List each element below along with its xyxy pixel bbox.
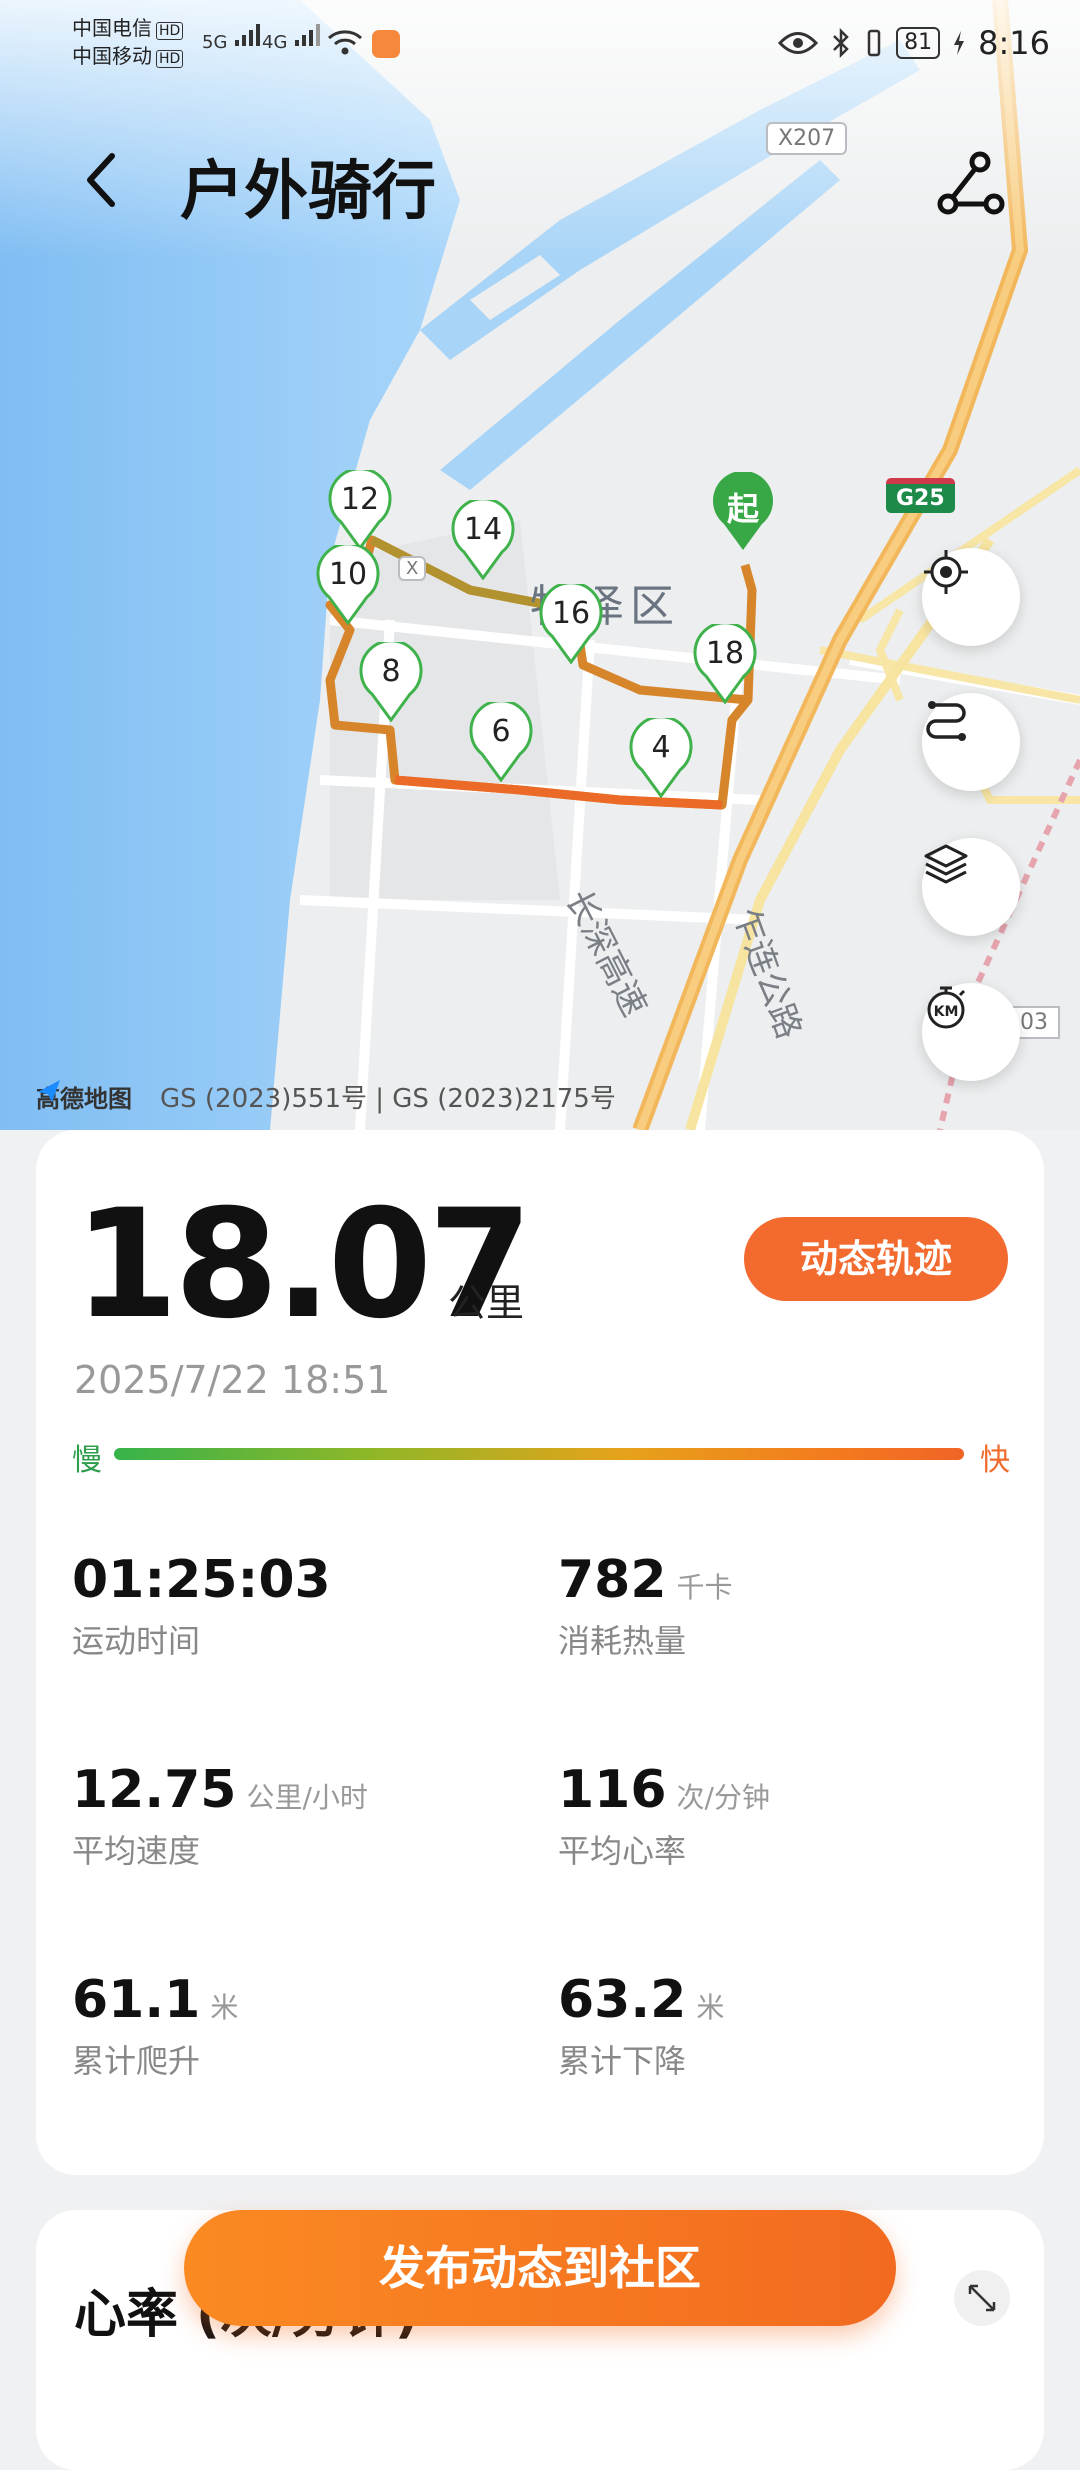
network-type: 5G: [202, 32, 228, 53]
stat-value: 116: [558, 1760, 667, 1820]
map-layers-button[interactable]: [922, 838, 1020, 936]
km-marker-label: 6: [491, 714, 511, 749]
km-marker[interactable]: 10: [315, 545, 381, 625]
km-marker-label: 4: [651, 730, 671, 765]
share-icon[interactable]: [936, 150, 1006, 216]
locate-button[interactable]: [922, 548, 1020, 646]
start-marker-label: 起: [726, 490, 759, 528]
stat-value: 61.1: [72, 1970, 201, 2030]
expand-icon: [968, 2284, 996, 2312]
page-title: 户外骑行: [180, 155, 436, 229]
stat-value: 63.2: [558, 1970, 687, 2030]
stat-unit: 米: [696, 1991, 725, 2024]
vibrate-icon: [867, 29, 881, 57]
km-marker[interactable]: 16: [538, 584, 604, 664]
signal-icon: [235, 24, 261, 46]
layers-icon: [924, 844, 968, 884]
route-view-button[interactable]: [922, 693, 1020, 791]
hd-badge: HD: [156, 50, 184, 68]
stat-label: 累计下降: [558, 2042, 687, 2080]
workout-datetime: 2025/7/22 18:51: [74, 1358, 391, 1402]
km-marker[interactable]: 12: [327, 470, 393, 550]
carrier-info: 中国电信 HD 中国移动 HD: [72, 14, 184, 70]
carrier-1: 中国电信: [72, 16, 152, 40]
stat-label: 平均心率: [558, 1832, 687, 1870]
charging-icon: [954, 31, 965, 55]
km-marker-label: 10: [328, 557, 368, 592]
hd-badge: HD: [156, 22, 184, 40]
km-marker[interactable]: 6: [468, 702, 534, 782]
locate-icon: [924, 550, 968, 594]
status-bar: 中国电信 HD 中国移动 HD 5G 4G 81 8:16: [0, 0, 1080, 100]
signal-4g: 4G: [262, 22, 323, 53]
summary-card: 18.07 公里 动态轨迹 2025/7/22 18:51 慢 快 01:25:…: [36, 1130, 1044, 2175]
svg-text:KM: KM: [934, 1004, 959, 1020]
km-marker[interactable]: 18: [692, 624, 758, 704]
stat-descent: 63.2 米 累计下降: [558, 1970, 724, 2082]
map-attribution: 高德地图 GS (2023)551号 | GS (2023)2175号: [36, 1078, 616, 1115]
signal-icon: [295, 24, 321, 46]
start-marker[interactable]: 起: [710, 472, 776, 550]
stat-value: 782: [558, 1550, 667, 1610]
publish-to-community-button[interactable]: 发布动态到社区: [184, 2210, 896, 2326]
speed-slow-label: 慢: [72, 1443, 102, 1478]
map-license: GS (2023)551号 | GS (2023)2175号: [160, 1084, 616, 1114]
distance-unit: 公里: [448, 1281, 525, 1325]
back-icon[interactable]: [82, 150, 122, 210]
carrier-2: 中国移动: [72, 44, 152, 68]
km-marker[interactable]: 14: [450, 500, 516, 580]
expand-button[interactable]: [954, 2270, 1010, 2326]
km-marker-label: 14: [463, 512, 503, 547]
network-type: 4G: [262, 32, 288, 53]
eye-icon: [778, 32, 819, 54]
stat-unit: 次/分钟: [676, 1781, 770, 1814]
stat-label: 累计爬升: [72, 2042, 201, 2080]
battery-level: 81: [896, 27, 941, 59]
app-notification-icon: [372, 30, 400, 58]
stat-ascent: 61.1 米 累计爬升: [72, 1970, 238, 2082]
speed-legend-bar: [114, 1448, 964, 1460]
road-tag-x: X: [398, 556, 427, 581]
stat-value: 01:25:03: [72, 1550, 331, 1610]
km-marker-label: 18: [705, 636, 745, 671]
status-right: 81 8:16: [778, 24, 1050, 62]
bluetooth-icon: [833, 27, 849, 59]
km-marker[interactable]: 8: [358, 642, 424, 722]
km-marker-label: 8: [381, 654, 401, 689]
km-marker[interactable]: 4: [628, 718, 694, 798]
stat-unit: 公里/小时: [246, 1781, 368, 1814]
amap-logo-icon: [38, 1080, 60, 1102]
dynamic-track-button[interactable]: 动态轨迹: [744, 1217, 1008, 1301]
highway-badge: G25: [886, 478, 955, 513]
km-marker-label: 12: [340, 482, 380, 517]
km-split-button[interactable]: KM: [922, 983, 1020, 1081]
stat-unit: 千卡: [676, 1571, 733, 1604]
road-tag-x207: X207: [766, 122, 848, 155]
signal-5g: 5G: [202, 22, 263, 53]
map-canvas: [0, 0, 1080, 1130]
clock: 8:16: [978, 24, 1050, 62]
stat-calories: 782 千卡 消耗热量: [558, 1550, 733, 1662]
stat-avg-heart-rate: 116 次/分钟 平均心率: [558, 1760, 770, 1872]
route-map[interactable]: X207 X G25 牡泽区 长深高速 乍连公路 03 起 12 14 10 1…: [0, 0, 1080, 1130]
stat-label: 平均速度: [72, 1832, 201, 1870]
stopwatch-km-icon: KM: [927, 986, 966, 1029]
stat-label: 运动时间: [72, 1622, 201, 1660]
stat-label: 消耗热量: [558, 1622, 687, 1660]
speed-fast-label: 快: [980, 1443, 1010, 1478]
stat-value: 12.75: [72, 1760, 237, 1820]
stat-duration: 01:25:03 运动时间: [72, 1550, 331, 1662]
stat-unit: 米: [210, 1991, 239, 2024]
wifi-icon: [328, 30, 362, 55]
route-icon: [926, 701, 966, 741]
stat-avg-speed: 12.75 公里/小时 平均速度: [72, 1760, 368, 1872]
km-marker-label: 16: [551, 596, 591, 631]
